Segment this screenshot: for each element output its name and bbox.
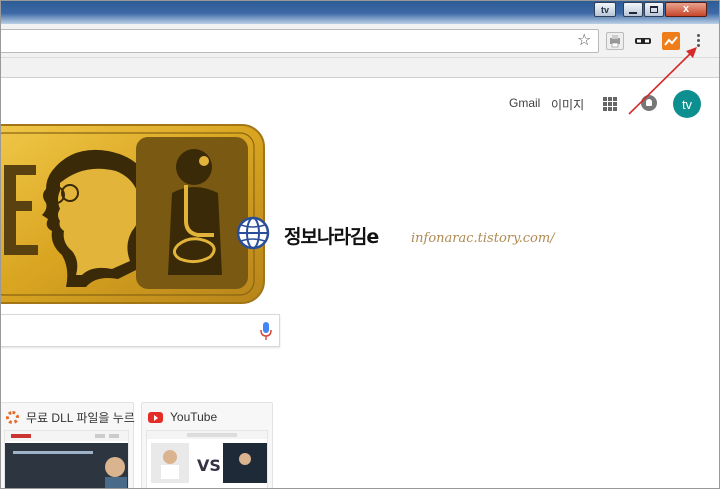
google-doodle[interactable] [0,123,266,305]
gmail-link[interactable]: Gmail [509,96,540,110]
three-dots-vertical-icon[interactable] [692,30,704,50]
tile-title: YouTube [170,410,218,424]
bookmarks-bar [0,58,720,78]
account-avatar[interactable]: tv [673,90,701,118]
close-icon: x [682,3,690,15]
microphone-icon[interactable] [260,321,272,341]
browser-toolbar: ☆ [0,24,720,58]
search-input[interactable] [0,314,280,347]
tile-thumbnail [4,430,129,489]
minimize-button[interactable] [623,2,643,17]
globe-icon [236,216,270,250]
thumbnail-preview: VS [147,431,267,483]
maximize-button[interactable] [644,2,664,17]
extension-mask-icon[interactable] [634,32,652,50]
watermark-name: 정보나라김e [284,226,379,248]
maximize-icon [650,6,658,13]
notifications-bell-icon[interactable] [641,95,657,111]
browser-window: tv x ☆ Gmail 이미지 tv 정보나라김e infonarac.tis… [0,0,720,489]
minimize-icon [629,11,637,14]
most-visited-tile[interactable]: 무료 DLL 파일을 누르 [0,402,135,489]
svg-text:VS: VS [197,456,221,475]
tile-title: 무료 DLL 파일을 누르 [26,410,135,425]
tile-thumbnail: VS [146,430,268,489]
dll-site-favicon-icon [6,410,19,424]
apps-grid-icon[interactable] [603,97,617,111]
window-titlebar: tv x [0,0,720,24]
most-visited-tile[interactable]: YouTube VS [141,402,273,489]
tv-window-button[interactable]: tv [594,2,616,17]
extension-printer-icon[interactable] [606,32,624,50]
watermark-url: infonarac.tistory.com/ [411,231,555,246]
star-icon[interactable]: ☆ [577,31,591,51]
images-link[interactable]: 이미지 [551,96,584,113]
youtube-favicon-icon [148,411,163,423]
close-button[interactable]: x [665,2,707,17]
thumbnail-preview [5,431,128,489]
extension-chart-icon[interactable] [662,32,680,50]
address-bar[interactable]: ☆ [0,29,599,53]
